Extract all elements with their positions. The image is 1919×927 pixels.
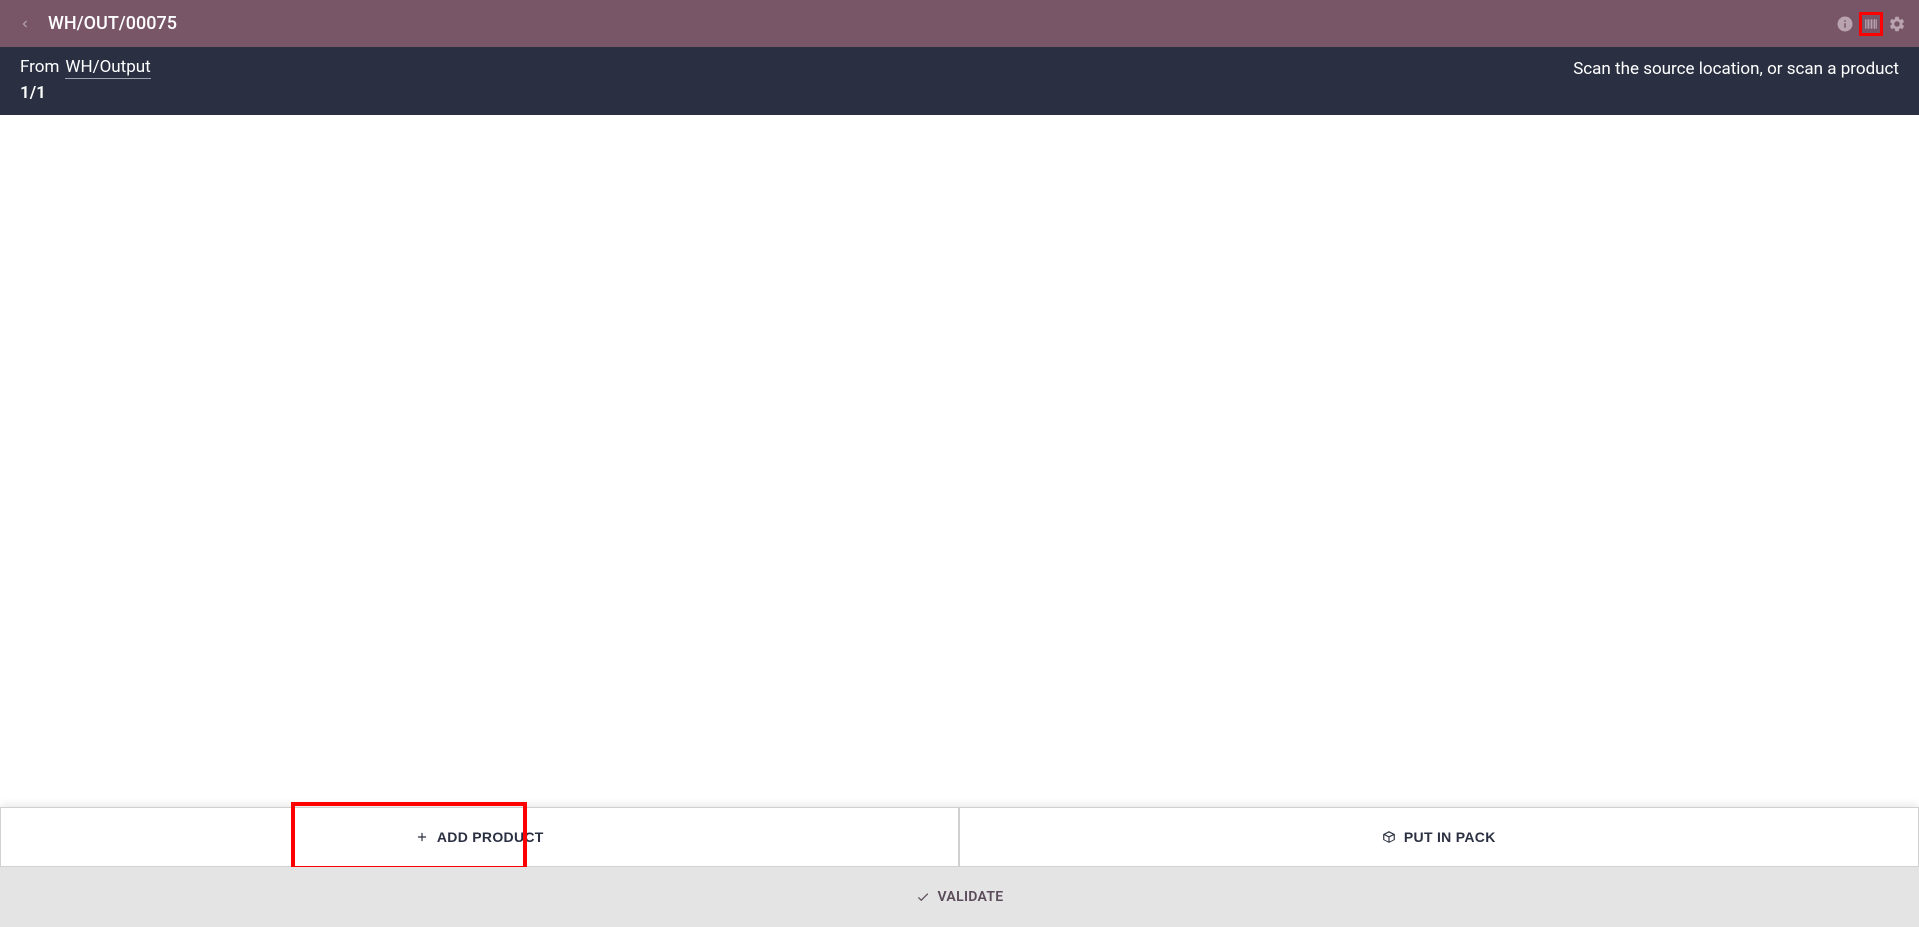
package-icon [1382,830,1396,844]
info-icon [1836,15,1854,33]
add-product-button[interactable]: ADD PRODUCT [0,807,959,867]
validate-button[interactable]: VALIDATE [0,867,1919,927]
sub-header: From WH/Output 1/1 Scan the source locat… [0,47,1919,115]
document-title: WH/OUT/00075 [48,13,177,34]
scan-instruction: Scan the source location, or scan a prod… [1573,57,1899,79]
from-line: From WH/Output [20,57,151,79]
top-bar-left: WH/OUT/00075 [18,13,177,35]
add-product-label: ADD PRODUCT [437,829,544,845]
bottom-actions: ADD PRODUCT PUT IN PACK [0,807,1919,867]
put-in-pack-button[interactable]: PUT IN PACK [959,807,1919,867]
barcode-icon [1864,15,1878,33]
gear-icon [1888,15,1906,33]
info-button[interactable] [1833,12,1857,36]
top-bar-right [1833,12,1909,36]
main-content-area [0,115,1919,807]
chevron-left-icon [18,13,32,35]
back-button[interactable] [18,13,32,35]
validate-label: VALIDATE [938,889,1004,905]
settings-button[interactable] [1885,12,1909,36]
from-label: From [20,57,59,77]
sub-header-left: From WH/Output 1/1 [20,57,151,103]
barcode-button[interactable] [1859,12,1883,36]
put-in-pack-label: PUT IN PACK [1404,829,1496,845]
plus-icon [415,830,429,844]
top-bar: WH/OUT/00075 [0,0,1919,47]
from-location[interactable]: WH/Output [65,57,150,79]
check-icon [916,890,930,904]
page-counter: 1/1 [20,83,151,103]
